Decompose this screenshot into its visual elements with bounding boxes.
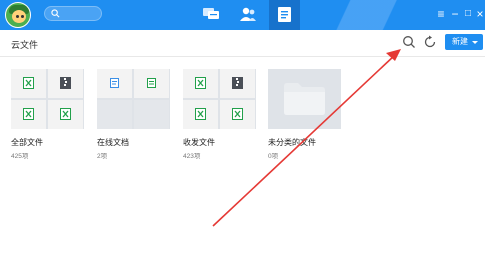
chevron-down-icon (472, 41, 478, 44)
folder-name: 在线文档 (97, 138, 129, 147)
tab-files[interactable] (269, 0, 300, 30)
refresh-icon[interactable] (423, 35, 437, 49)
contacts-icon[interactable] (239, 6, 257, 22)
folder-thumbnail (268, 69, 341, 129)
folder-sent-received[interactable]: 收发文件 423项 (183, 69, 256, 160)
minimize-button[interactable]: − (449, 7, 461, 21)
divider (0, 56, 485, 57)
excel-icon (195, 77, 206, 89)
close-button[interactable]: × (474, 7, 485, 21)
title-bar: ≡ − □ × (0, 0, 485, 30)
folder-thumbnail (11, 69, 84, 129)
folder-name: 收发文件 (183, 138, 215, 147)
zip-icon (60, 77, 71, 89)
excel-icon (23, 108, 34, 120)
folder-count: 423项 (183, 153, 201, 160)
excel-icon (195, 108, 206, 120)
maximize-button[interactable]: □ (462, 7, 474, 21)
excel-icon (23, 77, 34, 89)
folder-icon (284, 83, 325, 115)
folder-count: 0项 (268, 153, 279, 160)
menu-button[interactable]: ≡ (435, 7, 447, 21)
online-doc-icon (110, 78, 119, 88)
folder-uncategorized[interactable]: 未分类的文件 0项 (268, 69, 341, 160)
folder-all-files[interactable]: 全部文件 425项 (11, 69, 84, 160)
online-sheet-icon (147, 78, 156, 88)
breadcrumb: 云文件 (11, 40, 39, 50)
folder-name: 未分类的文件 (268, 138, 316, 147)
excel-icon (232, 108, 243, 120)
folder-thumbnail (183, 69, 256, 129)
zip-icon (232, 77, 243, 89)
search-icon[interactable] (402, 35, 416, 49)
folder-count: 2项 (97, 153, 108, 160)
folder-count: 425项 (11, 153, 29, 160)
excel-icon (60, 108, 71, 120)
avatar[interactable] (5, 2, 31, 28)
document-icon (278, 7, 291, 22)
search-input[interactable] (44, 6, 102, 21)
new-button[interactable]: 新建 (445, 34, 483, 50)
folder-online-docs[interactable]: 在线文档 2项 (97, 69, 170, 160)
folder-thumbnail (97, 69, 170, 129)
new-button-label: 新建 (452, 37, 468, 46)
search-icon (51, 9, 60, 18)
message-icon[interactable] (202, 6, 220, 22)
folder-name: 全部文件 (11, 138, 43, 147)
